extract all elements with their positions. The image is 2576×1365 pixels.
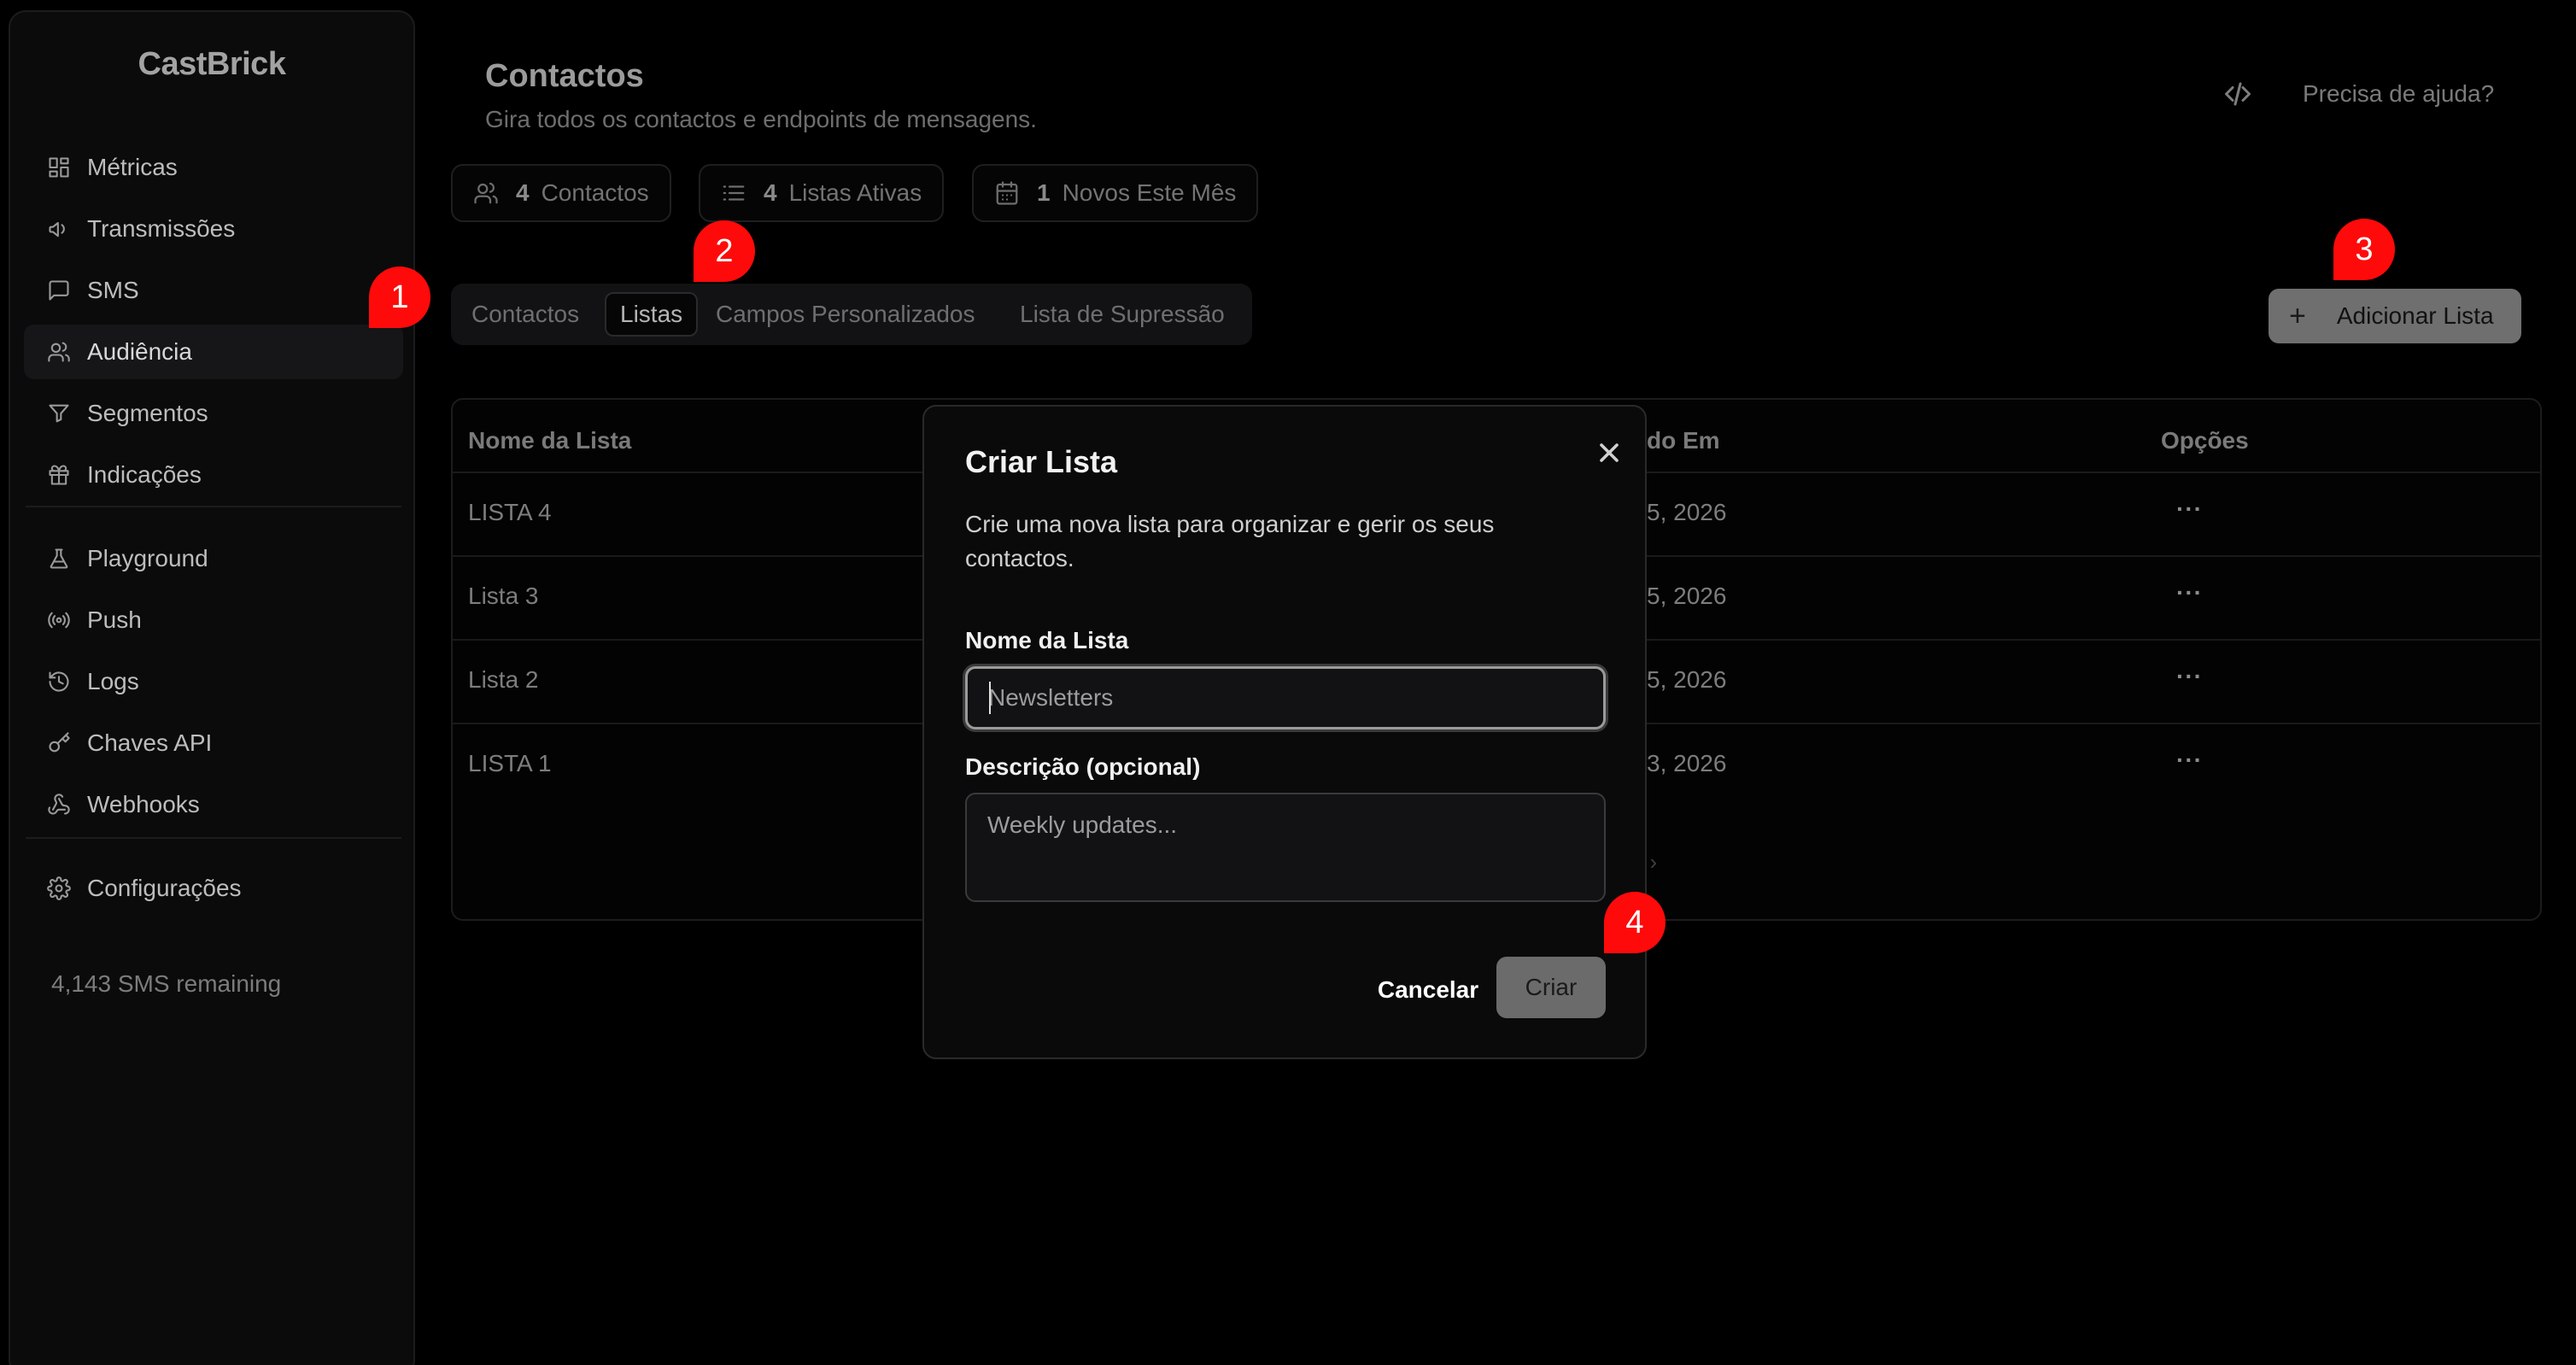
code-icon[interactable] [2222, 79, 2253, 109]
annotation-marker-2: 2 [694, 220, 755, 282]
plus-icon: + [2289, 299, 2306, 332]
flask-icon [46, 546, 72, 571]
broadcast-icon [46, 607, 72, 633]
sidebar-item-indicacoes[interactable]: Indicações [24, 448, 403, 502]
sidebar-item-label: Configurações [87, 875, 242, 901]
sidebar: CastBrick Métricas Transmissões SMS Audi… [9, 10, 415, 1365]
webhook-icon [46, 792, 72, 817]
sidebar-item-label: Push [87, 606, 142, 633]
add-list-label: Adicionar Lista [2336, 302, 2494, 329]
sidebar-item-label: Transmissões [87, 215, 236, 242]
stat-new-this-month: 1 Novos Este Mês [972, 164, 1259, 222]
sidebar-item-configuracoes[interactable]: Configurações [24, 861, 403, 916]
tab-lista-supressao[interactable]: Lista de Supressão [1006, 292, 1238, 337]
stat-value: 1 [1037, 179, 1051, 206]
create-list-dialog: Criar Lista Crie uma nova lista para org… [922, 405, 1647, 1059]
users-icon [474, 182, 498, 204]
grid-icon [46, 155, 72, 180]
row-options-button[interactable]: ··· [2176, 579, 2203, 606]
sidebar-item-transmissoes[interactable]: Transmissões [24, 202, 403, 256]
sidebar-item-label: Métricas [87, 154, 178, 180]
row-options-button[interactable]: ··· [2176, 495, 2203, 523]
close-icon[interactable] [1594, 437, 1625, 468]
page-subtitle: Gira todos os contactos e endpoints de m… [485, 106, 1037, 132]
sidebar-divider [26, 837, 401, 839]
sidebar-item-push[interactable]: Push [24, 593, 403, 647]
stat-value: 4 [764, 179, 777, 206]
sidebar-item-label: Logs [87, 668, 139, 694]
list-icon [723, 185, 745, 201]
row-options-button[interactable]: ··· [2176, 663, 2203, 690]
tab-bar: Contactos Listas Campos Personalizados L… [451, 284, 1252, 345]
sidebar-item-playground[interactable]: Playground [24, 531, 403, 586]
message-icon [46, 278, 72, 303]
list-name-input[interactable] [965, 666, 1606, 729]
stat-label: Contactos [541, 179, 649, 206]
stat-label: Listas Ativas [788, 179, 922, 206]
row-options-button[interactable]: ··· [2176, 747, 2203, 774]
sidebar-item-label: Indicações [87, 461, 202, 488]
sidebar-divider [26, 506, 401, 507]
create-button[interactable]: Criar [1496, 957, 1606, 1018]
table-row-date: 5, 2026 [1647, 583, 1727, 609]
megaphone-icon [46, 216, 72, 242]
cancel-button[interactable]: Cancelar [1351, 960, 1505, 1020]
description-input[interactable] [965, 793, 1606, 902]
list-name-label: Nome da Lista [965, 627, 1129, 653]
tab-contactos[interactable]: Contactos [458, 292, 593, 337]
sidebar-item-segmentos[interactable]: Segmentos [24, 386, 403, 441]
stat-active-lists: 4 Listas Ativas [699, 164, 945, 222]
column-header-name: Nome da Lista [468, 427, 632, 454]
sidebar-item-label: Webhooks [87, 791, 200, 817]
table-row-date: 5, 2026 [1647, 666, 1727, 693]
table-row-name: Lista 3 [468, 583, 539, 609]
tab-campos-personalizados[interactable]: Campos Personalizados [702, 292, 989, 337]
sidebar-item-label: Segmentos [87, 400, 208, 426]
gift-icon [46, 462, 72, 488]
calendar-icon [996, 181, 1018, 205]
stat-contacts: 4 Contactos [451, 164, 671, 222]
dialog-description: Crie uma nova lista para organizar e ger… [965, 511, 1495, 571]
sidebar-item-metricas[interactable]: Métricas [24, 140, 403, 195]
add-list-button[interactable]: + Adicionar Lista [2269, 289, 2521, 343]
description-label: Descrição (opcional) [965, 753, 1201, 780]
table-row-name: LISTA 1 [468, 750, 552, 776]
users-icon [46, 339, 72, 365]
table-row-name: Lista 2 [468, 666, 539, 693]
column-header-created: do Em [1647, 427, 1720, 454]
history-icon [46, 669, 72, 694]
table-row-date: 5, 2026 [1647, 499, 1727, 525]
sidebar-item-logs[interactable]: Logs [24, 654, 403, 709]
annotation-marker-4: 4 [1604, 892, 1666, 953]
sidebar-item-label: Audiência [87, 338, 192, 365]
sidebar-item-chaves-api[interactable]: Chaves API [24, 716, 403, 770]
table-row-date: 3, 2026 [1647, 750, 1727, 776]
annotation-marker-3: 3 [2333, 219, 2395, 280]
column-header-options: Opções [2161, 427, 2249, 454]
key-icon [46, 730, 72, 756]
text-caret [989, 682, 991, 714]
sidebar-item-sms[interactable]: SMS [24, 263, 403, 318]
stat-label: Novos Este Mês [1062, 179, 1237, 206]
help-link[interactable]: Precisa de ajuda? [2303, 80, 2494, 108]
chevron-right-icon: › [1649, 849, 1658, 875]
annotation-marker-1: 1 [369, 267, 430, 328]
sms-remaining: 4,143 SMS remaining [51, 970, 282, 997]
sidebar-item-label: Playground [87, 545, 208, 571]
tab-listas[interactable]: Listas [605, 292, 699, 337]
sidebar-item-webhooks[interactable]: Webhooks [24, 777, 403, 832]
stat-value: 4 [516, 179, 530, 206]
sidebar-item-label: SMS [87, 277, 139, 303]
gear-icon [46, 876, 72, 901]
dialog-title: Criar Lista [965, 444, 1118, 479]
page-title: Contactos [485, 58, 644, 94]
sidebar-item-audiencia[interactable]: Audiência [24, 325, 403, 379]
sidebar-item-label: Chaves API [87, 729, 213, 756]
brand-logo: CastBrick [138, 46, 286, 82]
table-row-name: LISTA 4 [468, 499, 552, 525]
filter-icon [46, 401, 72, 426]
